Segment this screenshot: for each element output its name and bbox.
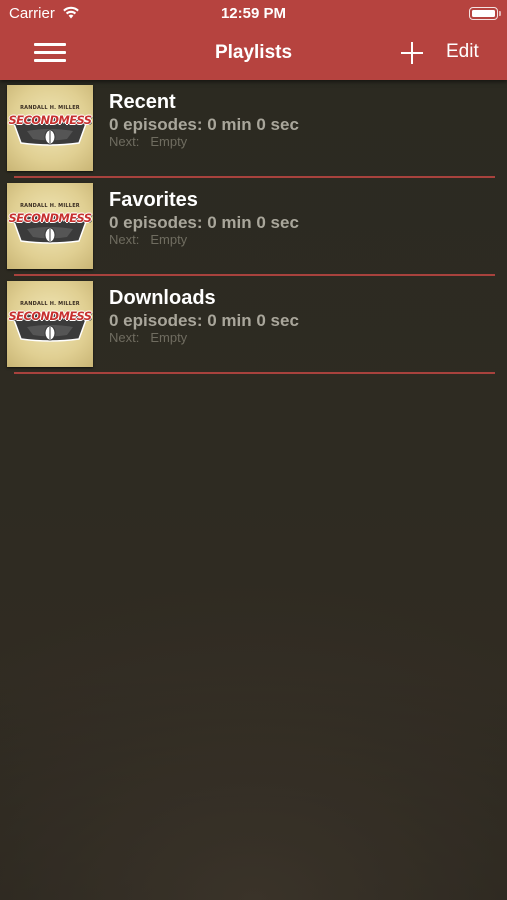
- artwork-subtitle: RANDALL H. MILLER: [20, 105, 80, 111]
- menu-line: [34, 51, 66, 54]
- row-separator: [14, 372, 495, 374]
- playlist-summary: 0 episodes: 0 min 0 sec: [109, 213, 299, 232]
- artwork-brand: SECONDMESS: [8, 113, 93, 127]
- playlist-row[interactable]: RANDALL H. MILLER SECONDMESS Downloads 0…: [0, 276, 507, 374]
- edit-button[interactable]: Edit: [446, 41, 479, 63]
- status-time: 12:59 PM: [220, 5, 287, 22]
- next-label: Next:: [109, 232, 140, 247]
- playlist-title: Recent: [109, 91, 176, 113]
- battery-level: [472, 10, 495, 17]
- podcast-artwork: RANDALL H. MILLER SECONDMESS: [7, 183, 93, 269]
- artwork-emblem: [12, 116, 88, 146]
- playlist-row[interactable]: RANDALL H. MILLER SECONDMESS Recent 0 ep…: [0, 80, 507, 178]
- status-bar: Carrier 12:59 PM: [0, 0, 507, 28]
- playlist-next: Next: Empty: [109, 232, 187, 247]
- top-bar: Carrier 12:59 PM Playlists Edit: [0, 0, 507, 80]
- artwork-emblem: [12, 312, 88, 342]
- playlist-row[interactable]: RANDALL H. MILLER SECONDMESS Favorites 0…: [0, 178, 507, 276]
- artwork-subtitle: RANDALL H. MILLER: [20, 301, 80, 307]
- next-label: Next:: [109, 134, 140, 149]
- playlist-title: Downloads: [109, 287, 216, 309]
- hamburger-menu-icon[interactable]: [30, 40, 70, 66]
- next-value: Empty: [150, 232, 188, 247]
- artwork-emblem: [12, 214, 88, 244]
- add-playlist-button[interactable]: [398, 39, 426, 67]
- battery-icon: [469, 7, 501, 20]
- artwork-brand: SECONDMESS: [8, 309, 93, 323]
- artwork-brand: SECONDMESS: [8, 211, 93, 225]
- playlist-next: Next: Empty: [109, 330, 187, 345]
- playlist-title: Favorites: [109, 189, 198, 211]
- playlist-next: Next: Empty: [109, 134, 187, 149]
- next-label: Next:: [109, 330, 140, 345]
- next-value: Empty: [150, 134, 188, 149]
- artwork-subtitle: RANDALL H. MILLER: [20, 203, 80, 209]
- podcast-artwork: RANDALL H. MILLER SECONDMESS: [7, 281, 93, 367]
- menu-line: [34, 59, 66, 62]
- navigation-bar: Playlists Edit: [0, 28, 507, 80]
- playlist-list: RANDALL H. MILLER SECONDMESS Recent 0 ep…: [0, 80, 507, 374]
- page-title: Playlists: [214, 42, 293, 63]
- playlist-summary: 0 episodes: 0 min 0 sec: [109, 311, 299, 330]
- next-value: Empty: [150, 330, 188, 345]
- podcast-artwork: RANDALL H. MILLER SECONDMESS: [7, 85, 93, 171]
- menu-line: [34, 43, 66, 46]
- playlist-summary: 0 episodes: 0 min 0 sec: [109, 115, 299, 134]
